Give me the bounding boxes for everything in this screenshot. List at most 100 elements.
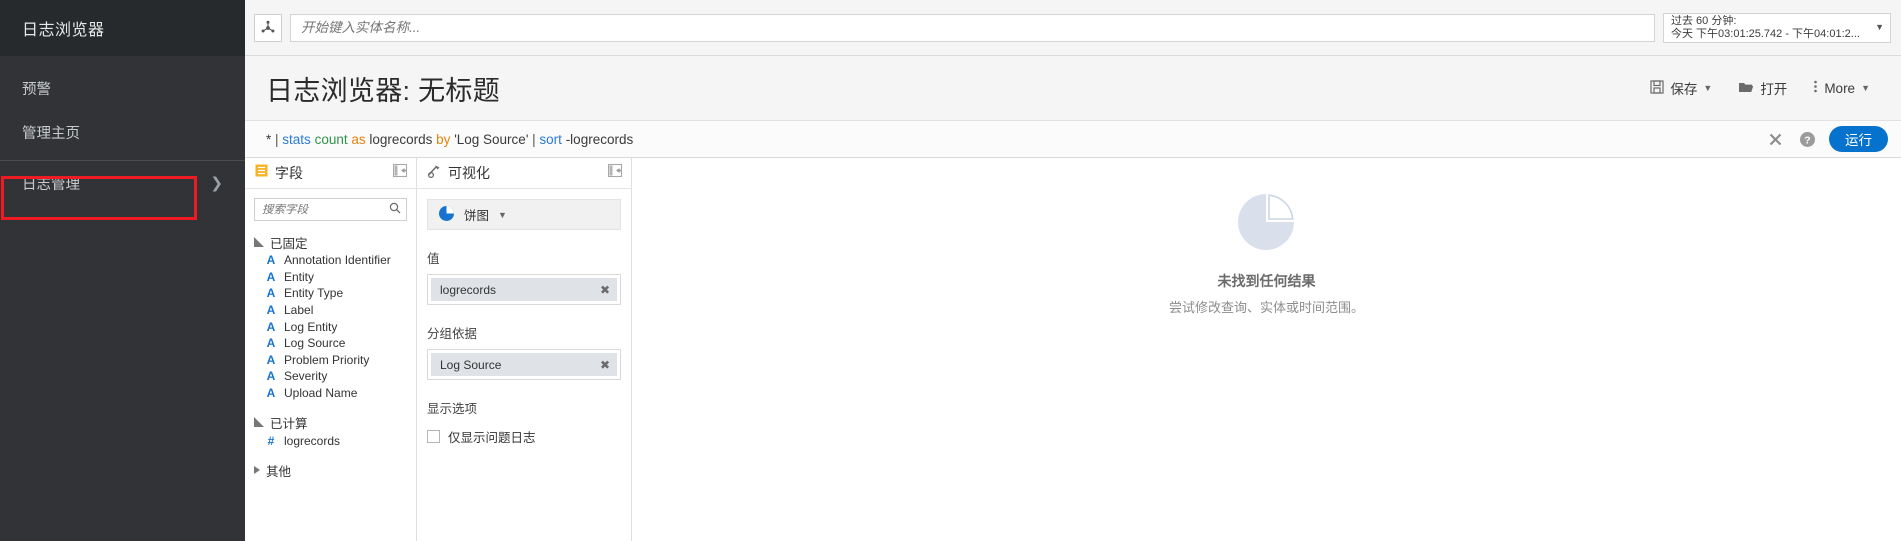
- chevron-down-icon: ▼: [1875, 22, 1884, 32]
- group-by-chip[interactable]: Log Source ✖: [431, 353, 617, 376]
- sidebar-item-label: 管理主页: [22, 125, 80, 142]
- field-item[interactable]: A Entity Type: [254, 285, 407, 302]
- field-search-field[interactable]: [254, 198, 407, 221]
- value-chip-label: logrecords: [440, 282, 497, 297]
- chevron-down-icon: ▼: [498, 209, 507, 220]
- open-label: 打开: [1760, 82, 1788, 97]
- field-type-icon: A: [266, 369, 276, 384]
- field-group-label: 已固定: [270, 237, 308, 251]
- field-list-pinned: A Annotation Identifier A Entity A Entit…: [254, 252, 407, 401]
- field-group-pinned[interactable]: 已固定: [254, 233, 407, 252]
- more-button[interactable]: More ▼: [1800, 72, 1883, 104]
- field-item[interactable]: A Severity: [254, 368, 407, 385]
- top-toolbar: 过去 60 分钟: 今天 下午03:01:25.742 - 下午04:01:2.…: [245, 0, 1901, 56]
- field-item-label: Label: [284, 303, 314, 318]
- visualization-icon: [427, 164, 441, 183]
- field-item[interactable]: A Annotation Identifier: [254, 252, 407, 269]
- group-by-chip-container[interactable]: Log Source ✖: [427, 349, 621, 380]
- close-icon[interactable]: [1765, 129, 1785, 149]
- field-item[interactable]: A Label: [254, 302, 407, 319]
- visualization-panel: 可视化 饼图 ▼ 值 logrecords ✖ 分组依据 Log Source …: [417, 158, 632, 541]
- time-range-line1: 过去 60 分钟:: [1671, 14, 1737, 27]
- field-group-label: 其他: [266, 464, 292, 479]
- sidebar-item-label: 日志管理: [22, 176, 80, 193]
- field-group-label: 已计算: [270, 417, 308, 432]
- field-group-computed[interactable]: 已计算: [254, 413, 407, 432]
- fields-panel-header: 字段: [245, 158, 416, 189]
- time-range-selector[interactable]: 过去 60 分钟: 今天 下午03:01:25.742 - 下午04:01:2.…: [1663, 12, 1891, 43]
- results-area: 未找到任何结果 尝试修改查询、实体或时间范围。: [632, 158, 1901, 541]
- collapse-panel-icon[interactable]: [607, 163, 623, 183]
- remove-icon[interactable]: ✖: [600, 283, 610, 297]
- value-label: 值: [427, 252, 440, 266]
- value-chip[interactable]: logrecords ✖: [431, 278, 617, 301]
- triangle-down-icon: [254, 416, 264, 427]
- query-expression[interactable]: * | stats count as logrecords by 'Log So…: [266, 132, 633, 147]
- main-area: 过去 60 分钟: 今天 下午03:01:25.742 - 下午04:01:2.…: [245, 0, 1901, 541]
- field-item-label: Upload Name: [284, 386, 358, 401]
- field-search-input[interactable]: [262, 203, 389, 216]
- save-button[interactable]: 保存 ▼: [1637, 72, 1725, 104]
- chart-type-selector[interactable]: 饼图 ▼: [427, 199, 621, 230]
- field-item-label: logrecords: [284, 433, 341, 448]
- help-icon[interactable]: ?: [1797, 129, 1817, 149]
- sidebar-brand: 日志浏览器: [0, 0, 245, 56]
- fields-icon: [255, 164, 268, 182]
- open-button[interactable]: 打开: [1725, 72, 1800, 104]
- query-token: |: [271, 131, 283, 147]
- fields-body: 已固定 A Annotation Identifier A Entity A: [245, 189, 416, 541]
- triangle-right-icon: [254, 466, 260, 475]
- entity-search-field[interactable]: [290, 13, 1655, 42]
- field-item[interactable]: # logrecords: [254, 432, 407, 449]
- field-type-icon: #: [267, 433, 275, 448]
- entity-graph-icon[interactable]: [254, 13, 282, 42]
- viz-panel-title: 可视化: [448, 165, 490, 181]
- sidebar-nav: 预警 管理主页 日志管理 ❯: [0, 56, 245, 205]
- field-list-computed: # logrecords: [254, 432, 407, 449]
- sidebar-item-admin-home[interactable]: 管理主页: [0, 110, 245, 154]
- save-icon: [1650, 79, 1664, 97]
- page-header: 日志浏览器: 无标题 保存 ▼ 打开 More ▼: [245, 56, 1901, 120]
- field-item[interactable]: A Entity: [254, 269, 407, 286]
- empty-state-title: 未找到任何结果: [1217, 273, 1316, 289]
- field-item[interactable]: A Upload Name: [254, 385, 407, 402]
- field-item[interactable]: A Log Source: [254, 335, 407, 352]
- sidebar-item-alerts[interactable]: 预警: [0, 66, 245, 110]
- field-type-icon: A: [266, 253, 276, 268]
- value-chip-container[interactable]: logrecords ✖: [427, 274, 621, 305]
- field-item-label: Severity: [284, 369, 328, 384]
- field-type-icon: A: [266, 319, 276, 334]
- field-item[interactable]: A Log Entity: [254, 318, 407, 335]
- viz-panel-header: 可视化: [417, 158, 631, 189]
- triangle-down-icon: [254, 236, 264, 247]
- run-button[interactable]: 运行: [1829, 126, 1888, 152]
- viz-body: 饼图 ▼ 值 logrecords ✖ 分组依据 Log Source ✖ 显示…: [417, 189, 631, 541]
- problem-logs-only-checkbox[interactable]: [427, 430, 440, 443]
- field-group-other[interactable]: 其他: [254, 461, 407, 480]
- search-icon[interactable]: [389, 201, 401, 219]
- fields-panel: 字段 搜索字段 已固定 A Annotation Identifier A En…: [245, 158, 417, 541]
- save-label: 保存: [1670, 82, 1698, 97]
- display-options-label: 显示选项: [427, 402, 478, 416]
- field-type-icon: A: [266, 386, 276, 401]
- problem-logs-only-option[interactable]: 仅显示问题日志: [427, 427, 621, 446]
- page-title: 日志浏览器: 无标题: [266, 75, 501, 106]
- field-item[interactable]: A Problem Priority: [254, 352, 407, 369]
- pie-chart-icon: [438, 205, 455, 225]
- empty-state-subtitle: 尝试修改查询、实体或时间范围。: [1168, 300, 1364, 315]
- chevron-down-icon: ▼: [1703, 83, 1713, 93]
- search-input[interactable]: [301, 20, 1644, 35]
- field-item-label: Entity: [284, 269, 315, 284]
- field-item-label: Log Source: [284, 336, 346, 351]
- collapse-panel-icon[interactable]: [392, 163, 408, 183]
- app-root: 日志浏览器 预警 管理主页 日志管理 ❯ 开始键入实体名称... 过去 60 分…: [0, 0, 1901, 541]
- group-by-label: 分组依据: [427, 327, 478, 341]
- field-item-label: Log Entity: [284, 319, 338, 334]
- remove-icon[interactable]: ✖: [600, 358, 610, 372]
- query-actions: ? 运行: [1765, 126, 1888, 152]
- query-token: sort: [539, 131, 562, 147]
- group-by-chip-label: Log Source: [440, 357, 502, 372]
- query-token: logrecords: [365, 131, 437, 147]
- field-type-icon: A: [266, 269, 276, 284]
- sidebar-item-log-management[interactable]: 日志管理 ❯: [0, 161, 245, 205]
